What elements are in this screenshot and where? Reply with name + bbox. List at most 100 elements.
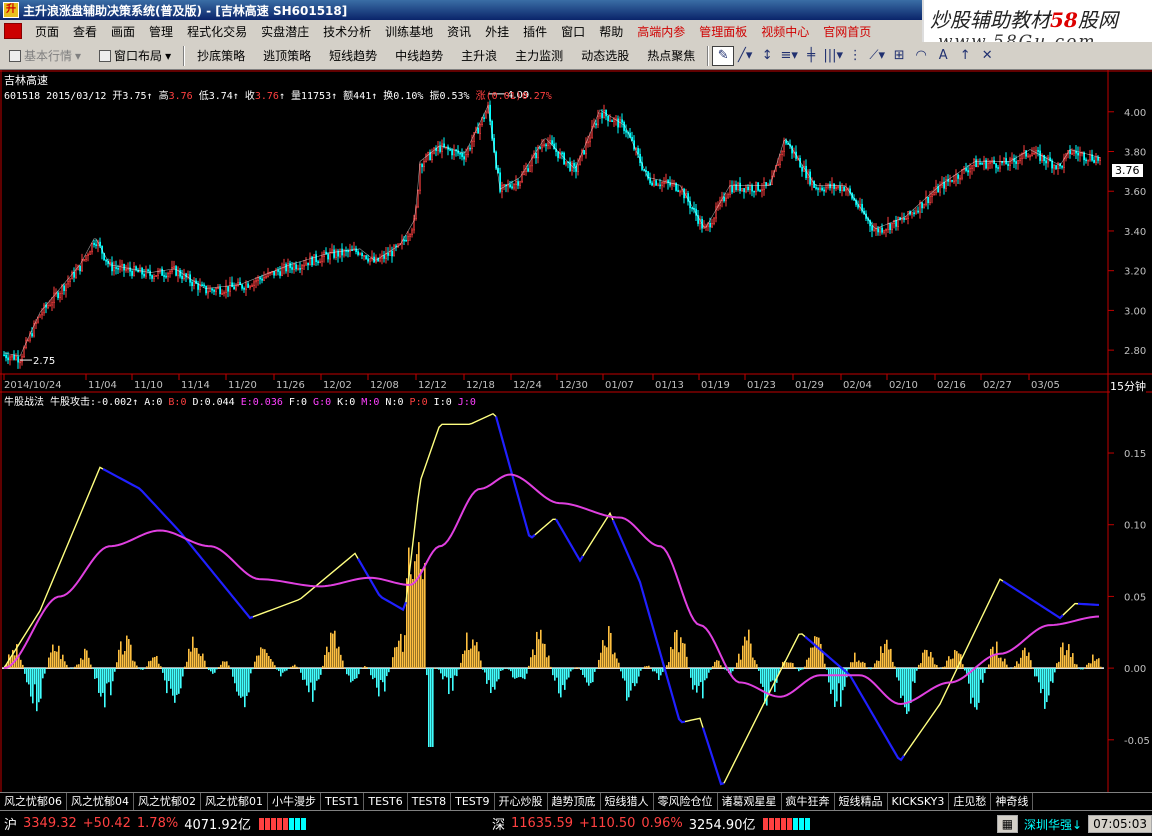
menu-item-0[interactable]: 页面: [28, 23, 66, 40]
candle-body: [115, 267, 118, 269]
period-label[interactable]: 15分钟: [1110, 378, 1146, 394]
formula-tab-7[interactable]: TEST8: [408, 793, 452, 810]
menu-red-item-2[interactable]: 视频中心: [754, 23, 816, 40]
formula-tab-18[interactable]: 神奇线: [991, 793, 1034, 810]
formula-tab-9[interactable]: 开心炒股: [495, 793, 548, 810]
strategy-button-1[interactable]: 逃顶策略: [254, 47, 320, 64]
formula-tab-15[interactable]: 短线精品: [835, 793, 888, 810]
candle-body: [317, 261, 320, 263]
menu-item-8[interactable]: 资讯: [440, 23, 478, 40]
toolbar-separator: [707, 45, 710, 66]
indicator-histogram-bar: [240, 668, 242, 698]
menu-item-4[interactable]: 程式化交易: [180, 23, 254, 40]
cycle-tool-icon[interactable]: ╪: [800, 46, 822, 66]
close-label: 收: [244, 91, 255, 102]
indicator-histogram-bar: [500, 668, 502, 671]
indicator-histogram-bar: [462, 654, 464, 669]
indicator-histogram-bar: [532, 649, 534, 669]
date-tick-label: 11/10: [134, 380, 163, 391]
delete-tool-icon[interactable]: ✕: [976, 46, 998, 66]
channel-tool-icon[interactable]: ≡▾: [778, 46, 800, 66]
formula-tab-2[interactable]: 风之忧郁02: [134, 793, 201, 810]
candle-body: [291, 267, 294, 270]
menu-item-6[interactable]: 技术分析: [316, 23, 378, 40]
indicator-histogram-bar: [566, 668, 568, 680]
candle-body: [519, 181, 522, 186]
candle-body: [1043, 154, 1046, 162]
formula-tab-5[interactable]: TEST1: [321, 793, 365, 810]
strategy-button-0[interactable]: 抄底策略: [188, 47, 254, 64]
menu-red-item-0[interactable]: 高端内参: [630, 23, 692, 40]
formula-tab-6[interactable]: TEST6: [364, 793, 408, 810]
stock-name-label: 吉林高速: [4, 74, 48, 87]
formula-tab-12[interactable]: 零风险仓位: [654, 793, 718, 810]
arc-tool-icon[interactable]: ◠: [910, 46, 932, 66]
fan-tool-icon[interactable]: ⟋▾: [866, 46, 888, 66]
basic-quote-button[interactable]: 基本行情 ▾: [0, 47, 90, 64]
indicator-trend-segment: [534, 518, 556, 536]
status-grid-icon[interactable]: ▦: [996, 815, 1019, 833]
candle-body: [1051, 160, 1054, 169]
formula-tab-16[interactable]: KICKSKY3: [888, 793, 950, 810]
formula-tab-1[interactable]: 风之忧郁04: [67, 793, 134, 810]
menu-item-12[interactable]: 帮助: [592, 23, 630, 40]
text-tool-icon[interactable]: A: [932, 46, 954, 66]
indicator-histogram-bar: [1010, 668, 1012, 669]
menu-item-9[interactable]: 外挂: [478, 23, 516, 40]
candle-body: [3, 354, 6, 357]
menu-red-item-3[interactable]: 官网首页: [816, 23, 878, 40]
system-menu-icon[interactable]: [4, 23, 22, 39]
mark-tool-icon[interactable]: ↑: [954, 46, 976, 66]
menu-item-7[interactable]: 训练基地: [378, 23, 440, 40]
indicator-histogram-bar: [560, 668, 562, 698]
candlesticks[interactable]: [3, 100, 1102, 369]
formula-tab-4[interactable]: 小牛漫步: [268, 793, 321, 810]
bars-tool-icon[interactable]: |||▾: [822, 46, 844, 66]
candle-body: [53, 292, 56, 303]
window-layout-button[interactable]: 窗口布局 ▾: [90, 47, 180, 64]
sh-index[interactable]: 3349.32: [23, 816, 77, 831]
stock-code: 601518: [4, 91, 41, 102]
menu-item-5[interactable]: 实盘潜庄: [254, 23, 316, 40]
chart-area[interactable]: 4.00 3.80 3.60 3.40 3.20 3.00 2.80 2014/10/24 11…: [0, 70, 1152, 792]
menu-item-11[interactable]: 窗口: [554, 23, 592, 40]
indicator-histogram-bar: [218, 667, 220, 669]
menu-red-item-1[interactable]: 管理面板: [692, 23, 754, 40]
strategy-button-3[interactable]: 中线趋势: [386, 47, 452, 64]
scrolling-stock-tip[interactable]: 深圳华强↓: [1024, 816, 1082, 833]
menu-item-1[interactable]: 查看: [66, 23, 104, 40]
strategy-button-7[interactable]: 热点聚焦: [638, 47, 704, 64]
formula-tab-10[interactable]: 趋势顶底: [548, 793, 601, 810]
sz-index[interactable]: 11635.59: [511, 816, 573, 831]
candle-body: [967, 170, 970, 173]
fib-tool-icon[interactable]: ⋮: [844, 46, 866, 66]
menu-item-10[interactable]: 插件: [516, 23, 554, 40]
chart-svg[interactable]: 4.00 3.80 3.60 3.40 3.20 3.00 2.80 2014/10/24 11…: [0, 70, 1152, 792]
strategy-button-5[interactable]: 主力监测: [506, 47, 572, 64]
strategy-button-2[interactable]: 短线趋势: [320, 47, 386, 64]
formula-tab-11[interactable]: 短线猎人: [601, 793, 654, 810]
candle-body: [129, 267, 132, 272]
candle-body: [971, 165, 974, 169]
draw-cursor-icon[interactable]: ✎: [712, 45, 735, 66]
watermark-line1: 炒股辅助教材58股网: [930, 8, 1118, 32]
formula-tab-0[interactable]: 风之忧郁06: [0, 793, 67, 810]
strategy-button-6[interactable]: 动态选股: [572, 47, 638, 64]
arrow-tool-icon[interactable]: ↕: [756, 46, 778, 66]
strategy-button-4[interactable]: 主升浪: [452, 47, 506, 64]
formula-tab-3[interactable]: 风之忧郁01: [201, 793, 268, 810]
indicator-histogram-bar: [1030, 660, 1032, 669]
low-value: 3.74: [208, 91, 233, 102]
indicator-histogram-bar: [968, 668, 970, 684]
indicator-histogram-bar: [660, 668, 662, 676]
formula-tab-8[interactable]: TEST9: [451, 793, 495, 810]
formula-tab-17[interactable]: 庄见愁: [949, 793, 992, 810]
gann-tool-icon[interactable]: ⊞: [888, 46, 910, 66]
menu-item-3[interactable]: 管理: [142, 23, 180, 40]
menu-item-2[interactable]: 画面: [104, 23, 142, 40]
indicator-histogram-bar: [528, 665, 530, 669]
formula-tab-14[interactable]: 疯牛狂奔: [782, 793, 835, 810]
line-tool-icon[interactable]: ╱▾: [734, 46, 756, 66]
formula-tab-13[interactable]: 诸葛观星星: [718, 793, 782, 810]
candle-body: [1015, 161, 1018, 164]
